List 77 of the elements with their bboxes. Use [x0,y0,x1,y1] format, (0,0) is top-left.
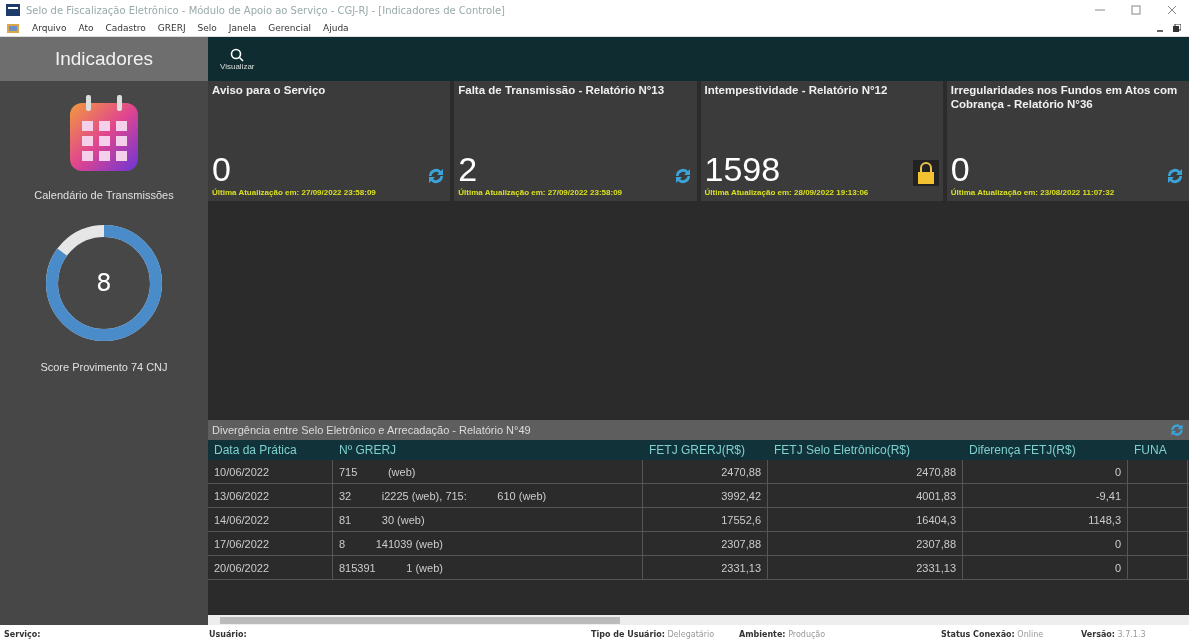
menu-item[interactable]: Selo [197,23,217,33]
table-cell: 2470,88 [643,460,768,483]
table-cell: 4001,83 [768,484,963,507]
table-cell: 14/06/2022 [208,508,333,531]
last-update-text: Última Atualização em: 27/09/2022 23:58:09 [212,188,377,197]
table-cell: 81 30 (web) [333,508,643,531]
lock-icon[interactable] [912,160,939,186]
column-header[interactable]: Data da Prática [208,443,333,457]
table-cell: 3992,42 [643,484,768,507]
calendar-label[interactable]: Calendário de Transmissões [34,189,174,201]
menu-item[interactable]: GRERJ [157,23,186,33]
status-item: Versão: 3.7.1.3 [1081,629,1146,639]
refresh-icon[interactable] [1165,166,1185,186]
status-item: Ambiente: Produção [739,629,827,639]
refresh-icon[interactable] [1169,422,1185,438]
table-cell: 17/06/2022 [208,532,333,555]
table-cell: 0 [963,460,1128,483]
horizontal-scrollbar[interactable] [208,615,1189,625]
card-value: 0 [950,152,970,186]
last-update-text: Última Atualização em: 27/09/2022 23:58:09 [458,188,624,197]
menu-item[interactable]: Janela [228,23,257,33]
table-cell: 0 [963,556,1128,579]
table-cell: 2331,13 [643,556,768,579]
table-cell: 0 [963,532,1128,555]
card-title: Falta de Transmissão - Relatório N°13 [458,84,666,98]
table-cell: 2331,13 [768,556,963,579]
window-title: Selo de Fiscalização Eletrônico - Módulo de Apoio ao Serviço - CGJ-RJ - [Indicadores de Controle] [26,4,506,16]
table-cell: 17552,6 [643,508,768,531]
menu-item[interactable]: Arquivo [32,23,67,33]
indicator-card[interactable]: Aviso para o Serviço 0 Última Atualização em: 27/09/2022 23:58:09 [208,81,451,201]
menu-item[interactable]: Ato [78,23,94,33]
column-header[interactable]: Diferença FETJ(R$) [963,443,1128,457]
table-cell: -9,41 [963,484,1128,507]
score-value: 8 [96,271,112,295]
score-label: Score Provimento 74 CNJ [40,361,168,373]
status-item: Serviço: [4,629,42,639]
table-cell: 715 (web) [333,460,643,483]
column-header[interactable]: Nº GRERJ [333,443,643,457]
indicator-card[interactable]: Intempestividade - Relatório N°12 1598 Última Atualização em: 28/09/2022 19:13:06 [700,81,943,201]
close-icon[interactable] [1167,5,1177,15]
column-header[interactable]: FUNA [1128,443,1188,457]
indicator-card[interactable]: Irregularidades nos Fundos em Atos com Cobrança - Relatório N°36 0 Última Atualização em: 23/08/2022 11:07:32 [946,81,1189,201]
table-cell: 2307,88 [643,532,768,555]
table-title: Divergência entre Selo Eletrônico e Arrecadação - Relatório N°49 [212,424,531,436]
search-icon [230,47,245,62]
table-cell: 1148,3 [963,508,1128,531]
menu-item[interactable]: Cadastro [105,23,146,33]
column-header[interactable]: FETJ Selo Eletrônico(R$) [768,443,963,457]
indicator-card[interactable]: Falta de Transmissão - Relatório N°13 2 Última Atualização em: 27/09/2022 23:58:09 [454,81,697,201]
status-item: Tipo de Usuário: Delegatário [591,629,716,639]
table-cell: 13/06/2022 [208,484,333,507]
table-cell: 815391 1 (web) [333,556,643,579]
card-title: Aviso para o Serviço [212,84,327,98]
app-menu-icon[interactable] [6,22,20,34]
restore-icon[interactable] [1173,24,1181,32]
menu-item[interactable]: Ajuda [323,23,349,33]
sidebar-title: Indicadores [0,37,208,81]
status-item: Status Conexão: Online [941,629,1045,639]
table-cell: 2470,88 [768,460,963,483]
card-value: 1598 [704,152,781,186]
table-cell: 2307,88 [768,532,963,555]
maximize-icon[interactable] [1131,5,1141,15]
last-update-text: Última Atualização em: 28/09/2022 19:13:06 [704,188,870,197]
app-icon [6,4,20,16]
table-cell: 10/06/2022 [208,460,333,483]
card-value: 0 [212,152,231,186]
status-item: Usuário: [209,629,248,639]
last-update-text: Última Atualização em: 23/08/2022 11:07:32 [950,188,1116,197]
table-cell: 32 i2225 (web), 715: 610 (web) [333,484,643,507]
card-title: Irregularidades nos Fundos em Atos com Cobrança - Relatório N°36 [950,84,1179,112]
column-header[interactable]: FETJ GRERJ(R$) [643,443,768,457]
table-cell: 20/06/2022 [208,556,333,579]
menu-item[interactable]: Gerencial [268,23,312,33]
card-value: 2 [458,152,478,186]
table-cell: 16404,3 [768,508,963,531]
table-cell: 8 141039 (web) [333,532,643,555]
card-title: Intempestividade - Relatório N°12 [704,84,889,98]
